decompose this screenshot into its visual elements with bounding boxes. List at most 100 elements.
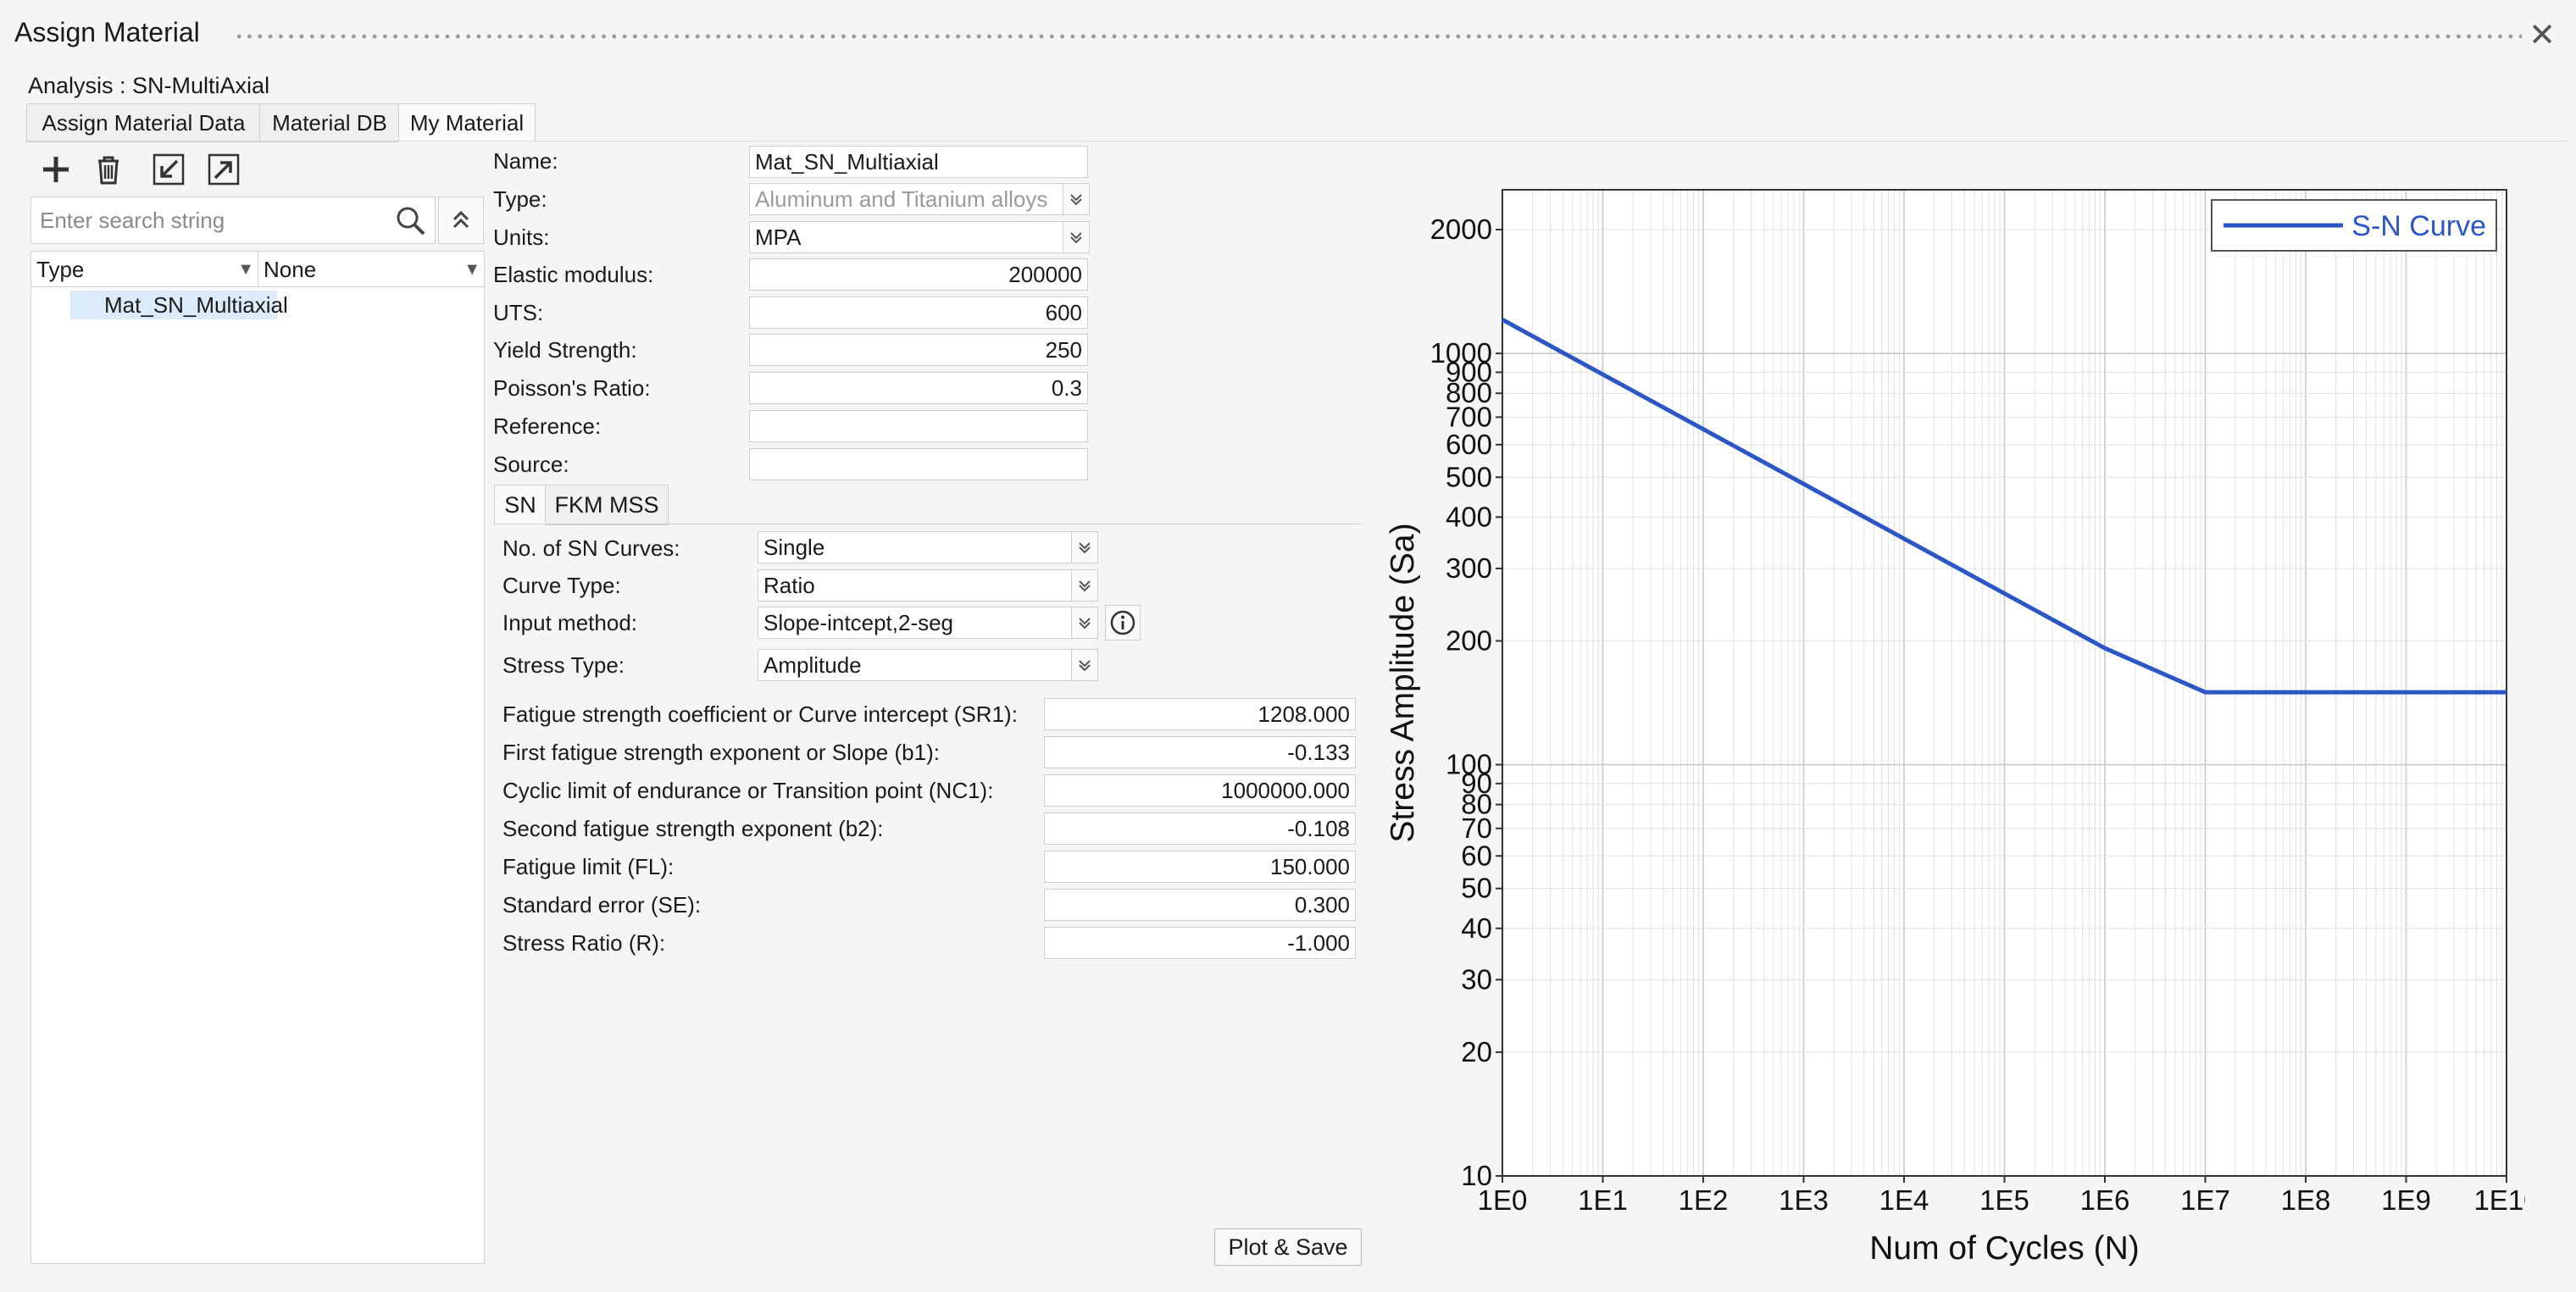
uts-field[interactable]: 600: [749, 297, 1088, 329]
tab-material-db[interactable]: Material DB: [259, 103, 400, 142]
x-tick-label: 1E1: [1578, 1184, 1628, 1216]
x-tick-label: 1E6: [2080, 1184, 2130, 1216]
yield-strength-field[interactable]: 250: [749, 334, 1088, 366]
delete-icon[interactable]: [88, 149, 129, 190]
tab-my-material[interactable]: My Material: [398, 103, 536, 142]
y-tick-label: 40: [1461, 912, 1492, 944]
chart-legend: S-N Curve: [2211, 199, 2497, 252]
x-tick-label: 1E7: [2180, 1184, 2230, 1216]
stress-type-select[interactable]: Amplitude: [758, 649, 1098, 681]
chevron-down-icon[interactable]: ▼: [464, 252, 480, 287]
search-input[interactable]: [31, 197, 380, 243]
import-icon[interactable]: [148, 149, 189, 190]
x-tick-label: 1E10: [2473, 1184, 2525, 1216]
param-label-nc1: Cyclic limit of endurance or Transition …: [502, 778, 994, 803]
reference-label: Reference:: [493, 413, 602, 439]
param-label-b2: Second fatigue strength exponent (b2):: [502, 816, 884, 841]
y-tick-label: 2000: [1430, 213, 1492, 245]
param-label-se: Standard error (SE):: [502, 892, 702, 918]
y-tick-label: 200: [1446, 624, 1492, 656]
poissons-ratio-field[interactable]: 0.3: [749, 372, 1088, 404]
y-tick-label: 1000: [1430, 337, 1492, 369]
title-drag-grip[interactable]: [234, 32, 2522, 41]
name-field[interactable]: Mat_SN_Multiaxial: [749, 146, 1088, 178]
chevron-down-icon[interactable]: [1071, 570, 1097, 601]
param-label-fl: Fatigue limit (FL):: [502, 854, 675, 879]
column-header-filter[interactable]: None ▼: [258, 252, 484, 287]
units-select[interactable]: MPA: [749, 221, 1090, 253]
legend-entry: S-N Curve: [2351, 210, 2486, 242]
param-field-nc1[interactable]: 1000000.000: [1044, 774, 1356, 807]
num-sn-curves-value: Single: [763, 535, 825, 560]
y-tick-label: 600: [1446, 429, 1492, 460]
tab-fkm-mss[interactable]: FKM MSS: [545, 485, 669, 525]
x-tick-label: 1E3: [1779, 1184, 1829, 1216]
units-label: Units:: [493, 225, 550, 250]
curve-type-label: Curve Type:: [502, 573, 621, 598]
param-field-b2[interactable]: -0.108: [1044, 812, 1356, 845]
type-select[interactable]: Aluminum and Titanium alloys: [749, 183, 1090, 215]
type-label: Type:: [493, 186, 547, 212]
input-method-select[interactable]: Slope-intcept,2-seg: [758, 607, 1098, 639]
close-icon[interactable]: ✕: [2525, 19, 2559, 53]
column-header-type[interactable]: Type ▼: [31, 252, 258, 287]
list-item[interactable]: Mat_SN_Multiaxial: [70, 291, 288, 319]
x-tick-label: 1E4: [1879, 1184, 1929, 1216]
chevron-down-icon[interactable]: [1071, 650, 1097, 680]
source-label: Source:: [493, 452, 569, 477]
chevron-down-icon[interactable]: [1071, 607, 1097, 638]
param-field-r[interactable]: -1.000: [1044, 927, 1356, 959]
name-label: Name:: [493, 148, 558, 174]
y-tick-label: 300: [1446, 552, 1492, 584]
chevron-down-icon[interactable]: [1063, 222, 1089, 252]
param-field-se[interactable]: 0.300: [1044, 889, 1356, 921]
param-label-sr1: Fatigue strength coefficient or Curve in…: [502, 701, 1018, 727]
yield-strength-label: Yield Strength:: [493, 337, 637, 363]
tab-assign-material-data[interactable]: Assign Material Data: [26, 103, 261, 142]
y-tick-label: 100: [1446, 749, 1492, 780]
elastic-modulus-label: Elastic modulus:: [493, 262, 654, 287]
column-header-type-label: Type: [36, 257, 85, 282]
window-title: Assign Material: [14, 17, 200, 47]
y-tick-label: 10: [1461, 1160, 1492, 1191]
x-tick-label: 1E2: [1679, 1184, 1729, 1216]
y-tick-label: 400: [1446, 501, 1492, 532]
stress-type-value: Amplitude: [763, 652, 862, 678]
y-tick-label: 500: [1446, 461, 1492, 492]
reference-field[interactable]: [749, 410, 1088, 442]
param-field-sr1[interactable]: 1208.000: [1044, 698, 1356, 730]
export-icon[interactable]: [203, 149, 244, 190]
source-field[interactable]: [749, 448, 1088, 480]
curve-type-select[interactable]: Ratio: [758, 569, 1098, 602]
elastic-modulus-field[interactable]: 200000: [749, 258, 1088, 291]
param-field-fl[interactable]: 150.000: [1044, 851, 1356, 883]
poissons-ratio-label: Poisson's Ratio:: [493, 375, 651, 401]
param-label-r: Stress Ratio (R):: [502, 930, 666, 956]
analysis-label: Analysis : SN-MultiAxial: [28, 73, 270, 98]
chevron-down-icon[interactable]: [1063, 184, 1089, 214]
search-box: [31, 197, 436, 244]
y-tick-label: 50: [1461, 873, 1492, 904]
x-axis-label: Num of Cycles (N): [1869, 1230, 2140, 1267]
param-field-b1[interactable]: -0.133: [1044, 736, 1356, 768]
chevron-down-icon[interactable]: [1071, 532, 1097, 563]
plot-save-button[interactable]: Plot & Save: [1214, 1228, 1362, 1266]
column-header-filter-label: None: [264, 257, 317, 282]
chart-grid: [1502, 189, 2507, 1177]
info-icon[interactable]: [1105, 605, 1141, 640]
type-value: Aluminum and Titanium alloys: [755, 186, 1048, 212]
param-label-b1: First fatigue strength exponent or Slope…: [502, 740, 940, 765]
input-method-label: Input method:: [502, 610, 637, 635]
y-tick-label: 60: [1461, 840, 1492, 871]
material-list: Type ▼ None ▼ Mat_SN_Multiaxial: [31, 251, 485, 1264]
y-tick-label: 30: [1461, 963, 1492, 995]
collapse-icon[interactable]: [438, 197, 484, 244]
x-tick-label: 1E5: [1979, 1184, 2029, 1216]
curve-type-value: Ratio: [763, 573, 815, 598]
num-sn-curves-select[interactable]: Single: [758, 531, 1098, 563]
search-icon[interactable]: [394, 204, 428, 238]
units-value: MPA: [755, 225, 802, 250]
chevron-down-icon[interactable]: ▼: [237, 252, 254, 287]
tab-sn[interactable]: SN: [494, 485, 547, 525]
add-icon[interactable]: [36, 149, 76, 190]
